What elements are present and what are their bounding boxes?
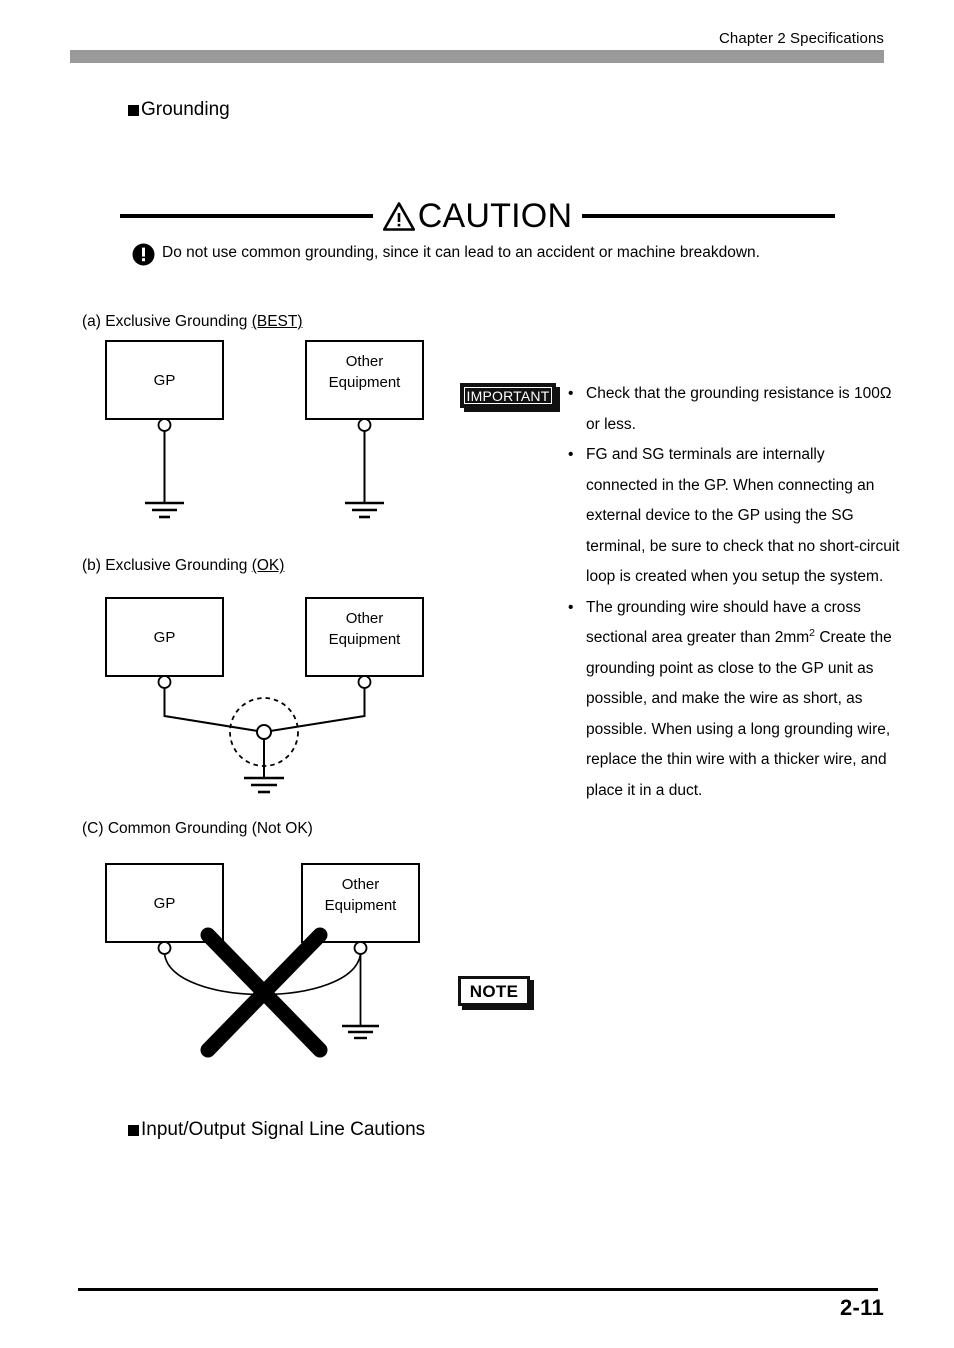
diagram-caption-c: (C) Common Grounding (Not OK) — [82, 820, 313, 838]
caution-title-group: CAUTION — [373, 199, 582, 233]
diagram-caption-a-status: (BEST) — [251, 313, 303, 330]
caution-body: Do not use common grounding, since it ca… — [132, 243, 832, 266]
section-heading-io-cautions: Input/Output Signal Line Cautions — [128, 1119, 425, 1141]
gp-box-b-label: GP — [154, 629, 176, 646]
diagram-exclusive-grounding-best: GP Other Equipment — [80, 335, 460, 540]
important-badge: IMPORTANT — [460, 383, 556, 408]
note-badge-label: NOTE — [469, 981, 519, 1001]
gp-box-c-label: GP — [154, 895, 176, 912]
caution-rule-left — [120, 214, 373, 218]
other-equipment-box-c-label-2: Equipment — [325, 897, 398, 914]
exclamation-circle-icon — [132, 243, 155, 266]
list-item: • The grounding wire should have a cross… — [568, 593, 900, 807]
important-badge-inner: IMPORTANT — [464, 387, 552, 404]
caution-title-row: CAUTION — [120, 195, 835, 237]
caution-banner: CAUTION Do not use common grounding, sin… — [120, 195, 835, 285]
caution-title-label: CAUTION — [417, 197, 573, 235]
diagram-exclusive-grounding-ok: GP Other Equipment — [80, 592, 460, 807]
note-badge: NOTE — [458, 976, 530, 1006]
diagram-caption-c-status: (Not OK) — [251, 820, 313, 837]
diagram-caption-b: (b) Exclusive Grounding (OK) — [82, 557, 284, 575]
important-bullet-text-3: The grounding wire should have a cross s… — [586, 593, 900, 807]
diagram-common-grounding-not-ok: GP Other Equipment — [80, 858, 460, 1063]
diagram-caption-c-prefix: (C) Common Grounding — [82, 820, 252, 837]
list-item: • FG and SG terminals are internally con… — [568, 440, 900, 593]
terminal-c-right — [353, 941, 368, 955]
caution-text: Do not use common grounding, since it ca… — [162, 244, 760, 261]
other-equipment-box-b-label-2: Equipment — [329, 631, 402, 648]
wire-b-right — [263, 688, 366, 733]
other-equipment-box-b-label-1: Other — [346, 610, 384, 627]
important-bullet-list: • Check that the grounding resistance is… — [568, 379, 900, 806]
page-header: Chapter 2 Specifications — [0, 0, 954, 80]
section-heading-grounding-label: Grounding — [141, 99, 230, 120]
diagram-caption-b-prefix: (b) Exclusive Grounding — [82, 557, 252, 574]
other-equipment-box-a-label-2: Equipment — [329, 374, 402, 391]
bullet-marker-icon: • — [568, 385, 574, 402]
diagram-caption-b-status: (OK) — [251, 557, 285, 574]
ground-symbol-a-left — [145, 501, 184, 519]
important-bullet-text-1: Check that the grounding resistance is 1… — [586, 385, 892, 433]
ground-symbol-c — [342, 1024, 379, 1040]
cross-out-x-icon — [200, 927, 328, 1058]
wire-b-left — [163, 688, 265, 733]
terminal-c-left — [157, 941, 172, 955]
caution-rule-right — [582, 214, 835, 218]
section-heading-grounding: Grounding — [128, 99, 230, 121]
other-equipment-box-c-label-1: Other — [342, 876, 380, 893]
terminal-a-right — [357, 418, 372, 432]
gp-box-a-label: GP — [154, 372, 176, 389]
important-bullet-text-2: FG and SG terminals are internally conne… — [586, 446, 900, 585]
ground-symbol-b — [244, 776, 284, 794]
square-bullet-icon — [128, 104, 139, 116]
square-bullet-icon — [128, 1124, 139, 1136]
junction-node-b — [256, 724, 272, 740]
important-badge-label: IMPORTANT — [466, 387, 550, 404]
diagram-caption-a-prefix: (a) Exclusive Grounding — [82, 313, 252, 330]
important-bullet-text-3-superscript: 2 — [809, 626, 815, 639]
terminal-a-left — [157, 418, 172, 432]
other-equipment-box-a-label-1: Other — [346, 353, 384, 370]
section-heading-io-label: Input/Output Signal Line Cautions — [141, 1119, 426, 1140]
footer-page-number: 2-11 — [839, 1295, 884, 1320]
ground-symbol-a-right — [345, 501, 384, 519]
important-bullet-text-3-continuation: Create the grounding point as close to t… — [586, 629, 892, 799]
bullet-marker-icon: • — [568, 446, 574, 463]
terminal-b-left — [157, 675, 172, 689]
warning-triangle-icon — [382, 201, 415, 231]
footer-rule — [78, 1288, 878, 1291]
bullet-marker-icon: • — [568, 598, 574, 616]
header-rule-bar — [70, 50, 884, 63]
chapter-title: Chapter 2 Specifications — [719, 30, 884, 47]
terminal-b-right — [357, 675, 372, 689]
list-item: • Check that the grounding resistance is… — [568, 379, 900, 440]
diagram-caption-a: (a) Exclusive Grounding (BEST) — [82, 313, 303, 331]
